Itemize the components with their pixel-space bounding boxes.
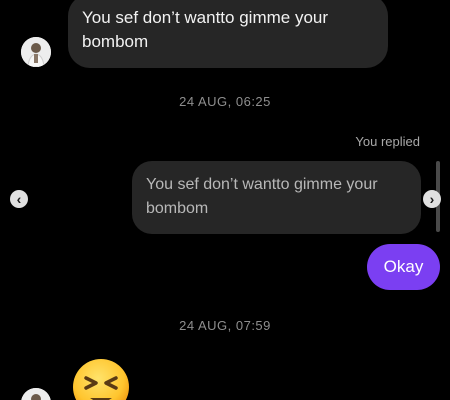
tightly-closed-eyes-face-icon <box>73 359 129 400</box>
emoji-message[interactable] <box>72 358 130 400</box>
incoming-message-bubble[interactable]: You sef don’t wantto gimme your bombom <box>68 0 388 68</box>
chevron-left-icon[interactable]: ‹ <box>10 190 28 208</box>
timestamp: 24 AUG, 07:59 <box>179 318 271 333</box>
avatar-image <box>21 388 51 400</box>
outgoing-message-bubble[interactable]: Okay <box>367 244 440 290</box>
sender-avatar[interactable] <box>21 388 51 400</box>
timestamp: 24 AUG, 06:25 <box>179 94 271 109</box>
message-text: You sef don’t wantto gimme your bombom <box>82 8 329 51</box>
quoted-reply-bubble[interactable]: You sef don’t wantto gimme your bombom <box>132 161 421 234</box>
chevron-right-icon[interactable]: › <box>423 190 441 208</box>
quoted-text: You sef don’t wantto gimme your bombom <box>146 176 378 217</box>
replied-label: You replied <box>355 134 420 149</box>
sender-avatar[interactable] <box>21 37 51 67</box>
avatar-image <box>21 37 51 67</box>
message-text: Okay <box>383 257 424 276</box>
